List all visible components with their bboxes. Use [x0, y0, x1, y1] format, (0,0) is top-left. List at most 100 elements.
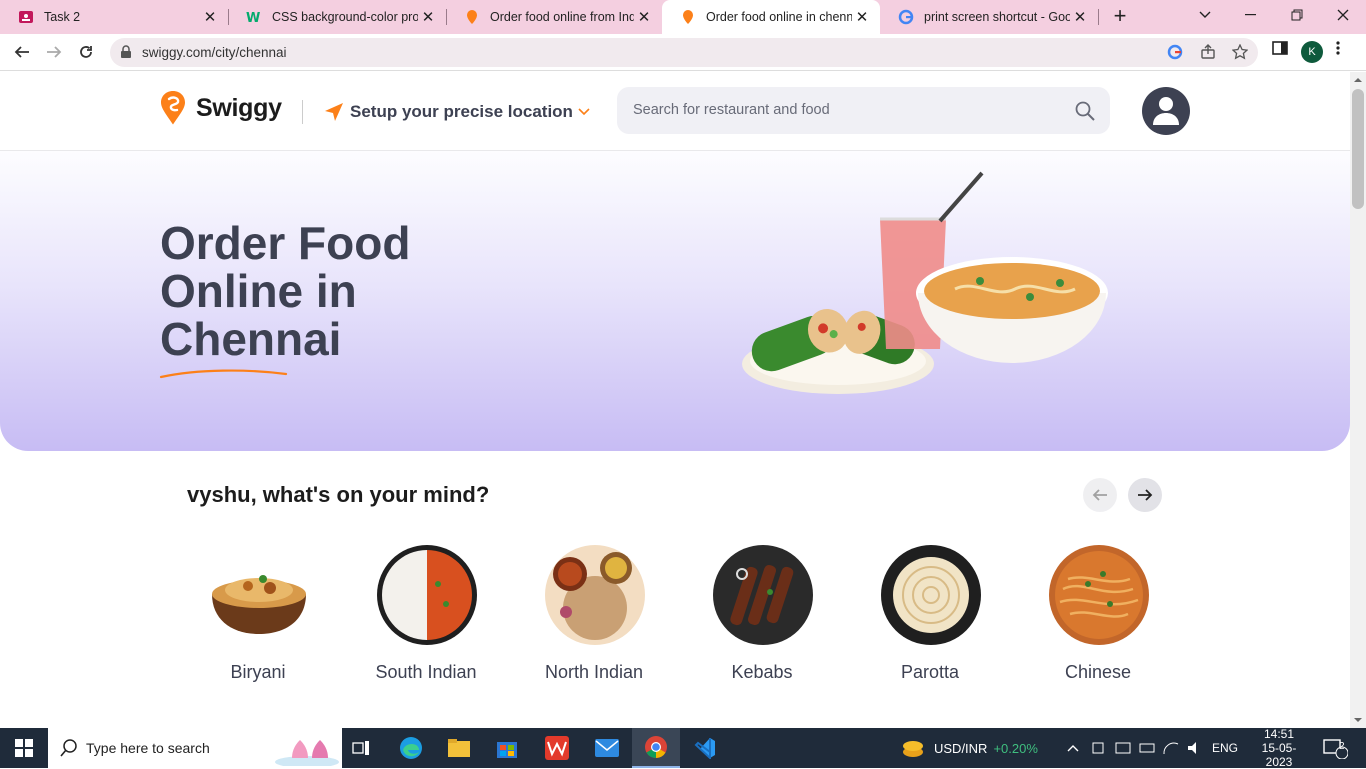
- search-highlight-lotus-icon: [275, 740, 339, 766]
- new-tab-button[interactable]: +: [1108, 5, 1132, 29]
- hero-banner: Order Food Online in Chennai: [0, 151, 1350, 451]
- parotta-image: [881, 545, 981, 645]
- category-label: Kebabs: [731, 662, 793, 682]
- notification-center-icon[interactable]: 2: [1322, 728, 1348, 768]
- currency-coins-icon: [903, 741, 923, 757]
- lock-icon: [120, 45, 132, 64]
- bookmark-star-icon[interactable]: [1231, 43, 1249, 65]
- close-tab-icon[interactable]: ✕: [1070, 8, 1090, 26]
- ticker-symbol: USD/INR: [934, 740, 988, 756]
- ticker-change: +0.20%: [993, 740, 1038, 756]
- close-tab-icon[interactable]: ✕: [418, 8, 438, 26]
- restore-button[interactable]: [1274, 0, 1320, 30]
- close-tab-icon[interactable]: ✕: [634, 8, 654, 26]
- section-title: vyshu, what's on your mind?: [187, 482, 490, 507]
- mail-icon[interactable]: [586, 728, 628, 768]
- hidden-icons-chevron-icon[interactable]: [1066, 728, 1080, 768]
- file-explorer-icon[interactable]: [438, 728, 480, 768]
- category-south-indian[interactable]: South Indian: [344, 544, 508, 694]
- tray-system-icons[interactable]: [1090, 728, 1208, 768]
- profile-avatar[interactable]: K: [1301, 41, 1323, 63]
- task-view-icon[interactable]: [342, 728, 380, 768]
- search-icon: [60, 739, 77, 757]
- swiggy-logo-icon: [161, 91, 185, 125]
- category-parotta[interactable]: Parotta: [848, 544, 1012, 694]
- chinese-image: [1049, 545, 1149, 645]
- close-window-button[interactable]: [1320, 0, 1366, 30]
- category-kebabs[interactable]: Kebabs: [680, 544, 844, 694]
- hero-title-line: Chennai: [160, 313, 342, 365]
- chrome-taskbar-icon[interactable]: [632, 728, 680, 768]
- search-icon[interactable]: [1075, 101, 1095, 126]
- category-north-indian[interactable]: North Indian: [512, 544, 676, 694]
- category-carousel: Biryani South Indian North Indian Kebabs…: [176, 544, 1176, 694]
- search-input[interactable]: Search for restaurant and food: [617, 87, 1110, 134]
- clock-time: 14:51: [1263, 727, 1295, 741]
- forward-button[interactable]: [40, 38, 68, 66]
- scroll-down-icon[interactable]: [1350, 714, 1366, 726]
- north-indian-image: [545, 545, 645, 645]
- google-icon: [898, 9, 914, 25]
- arrow-right-icon: [1138, 489, 1153, 501]
- carousel-next-button[interactable]: [1128, 478, 1162, 512]
- windows-start-icon[interactable]: [0, 728, 48, 768]
- side-panel-icon[interactable]: [1272, 40, 1288, 61]
- taskbar-search-input[interactable]: Type here to search: [48, 728, 342, 768]
- category-chinese[interactable]: Chinese: [1016, 544, 1180, 694]
- hero-title: Order Food Online in Chennai: [160, 219, 480, 363]
- south-indian-image: [377, 545, 477, 645]
- tab-css-background[interactable]: W CSS background-color prope ✕: [228, 0, 446, 34]
- site-header: Swiggy Setup your precise location Searc…: [0, 72, 1350, 151]
- wps-office-icon[interactable]: [536, 728, 578, 768]
- clock[interactable]: 14:51 15-05-2023: [1250, 727, 1308, 769]
- google-translate-icon[interactable]: [1167, 44, 1183, 65]
- stock-ticker-widget[interactable]: USD/INR +0.20%: [900, 728, 1038, 768]
- close-tab-icon[interactable]: ✕: [852, 8, 872, 26]
- carousel-prev-button[interactable]: [1083, 478, 1117, 512]
- minimize-button[interactable]: [1228, 0, 1274, 30]
- share-icon[interactable]: [1200, 44, 1216, 65]
- w3-icon: W: [246, 9, 262, 26]
- swiggy-logo[interactable]: Swiggy: [160, 90, 282, 126]
- scroll-up-icon[interactable]: [1350, 74, 1366, 86]
- tab-title: Order food online in chennai: [706, 10, 852, 24]
- reload-button[interactable]: [72, 38, 100, 66]
- tab-google-search[interactable]: print screen shortcut - Googl ✕: [880, 0, 1098, 34]
- location-selector[interactable]: Setup your precise location: [324, 102, 590, 122]
- windows-taskbar: Type here to search USD/INR +0.20% ENG 1…: [0, 727, 1366, 769]
- tab-search-icon[interactable]: [1182, 0, 1228, 30]
- close-tab-icon[interactable]: ✕: [200, 8, 220, 26]
- more-menu-icon[interactable]: [1336, 40, 1340, 61]
- tab-swiggy-india[interactable]: Order food online from India ✕: [446, 0, 662, 34]
- hero-title-line: Online in: [160, 265, 357, 317]
- url-text: swiggy.com/city/chennai: [142, 45, 287, 60]
- swiggy-page: Swiggy Setup your precise location Searc…: [0, 72, 1350, 728]
- swiggy-icon: [680, 9, 696, 25]
- page-scrollbar[interactable]: [1350, 72, 1366, 728]
- search-placeholder: Search for restaurant and food: [633, 102, 830, 118]
- browser-toolbar: swiggy.com/city/chennai: [0, 34, 1366, 71]
- category-biryani[interactable]: Biryani: [176, 544, 340, 694]
- user-account-icon[interactable]: [1142, 87, 1190, 135]
- scrollbar-thumb[interactable]: [1352, 89, 1364, 209]
- category-label: Biryani: [230, 662, 286, 682]
- tab-title: Order food online from India: [490, 10, 634, 24]
- task-icon: [18, 9, 34, 25]
- tab-swiggy-chennai[interactable]: Order food online in chennai ✕: [662, 0, 880, 34]
- tab-title: Task 2: [44, 10, 81, 24]
- category-label: South Indian: [375, 662, 477, 682]
- language-indicator[interactable]: ENG: [1212, 728, 1238, 768]
- address-bar[interactable]: swiggy.com/city/chennai: [110, 38, 1258, 67]
- arrow-left-icon: [1092, 489, 1107, 501]
- vscode-icon[interactable]: [684, 728, 726, 768]
- biryani-image: [212, 575, 306, 634]
- edge-icon[interactable]: [390, 728, 432, 768]
- location-arrow-icon: [325, 103, 343, 121]
- hero-food-image: [742, 171, 1108, 394]
- category-label: Chinese: [1064, 662, 1132, 682]
- svg-text:W: W: [246, 11, 260, 25]
- tab-task-2[interactable]: Task 2 ✕: [0, 0, 228, 34]
- microsoft-store-icon[interactable]: [486, 728, 528, 768]
- back-button[interactable]: [8, 38, 36, 66]
- location-label: Setup your precise location: [350, 102, 573, 121]
